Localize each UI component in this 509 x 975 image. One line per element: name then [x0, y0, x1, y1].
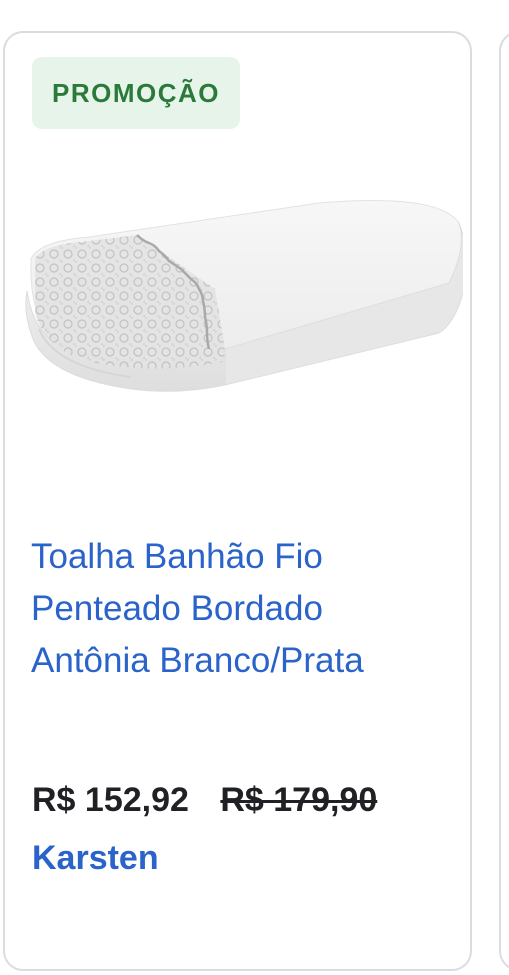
- product-title-line-1: Toalha Banhão Fio: [31, 537, 323, 576]
- product-card[interactable]: PROMOÇÃO Toalha Banhão Fio Penteado Bord…: [3, 31, 472, 971]
- towel-image[interactable]: [19, 163, 463, 423]
- original-price: R$ 179,90: [220, 781, 378, 819]
- current-price: R$ 152,92: [32, 781, 189, 819]
- store-link[interactable]: Karsten: [32, 836, 159, 880]
- product-title-line-2: Penteado Bordado: [31, 589, 323, 628]
- viewport: PROMOÇÃO Toalha Banhão Fio Penteado Bord…: [0, 0, 509, 975]
- next-product-card[interactable]: [499, 31, 509, 971]
- product-title-link[interactable]: Toalha Banhão Fio Penteado Bordado Antôn…: [31, 531, 456, 687]
- product-title-line-3: Antônia Branco/Prata: [31, 641, 364, 680]
- price-row: R$ 152,92 R$ 179,90: [32, 778, 377, 822]
- promo-badge: PROMOÇÃO: [32, 57, 240, 129]
